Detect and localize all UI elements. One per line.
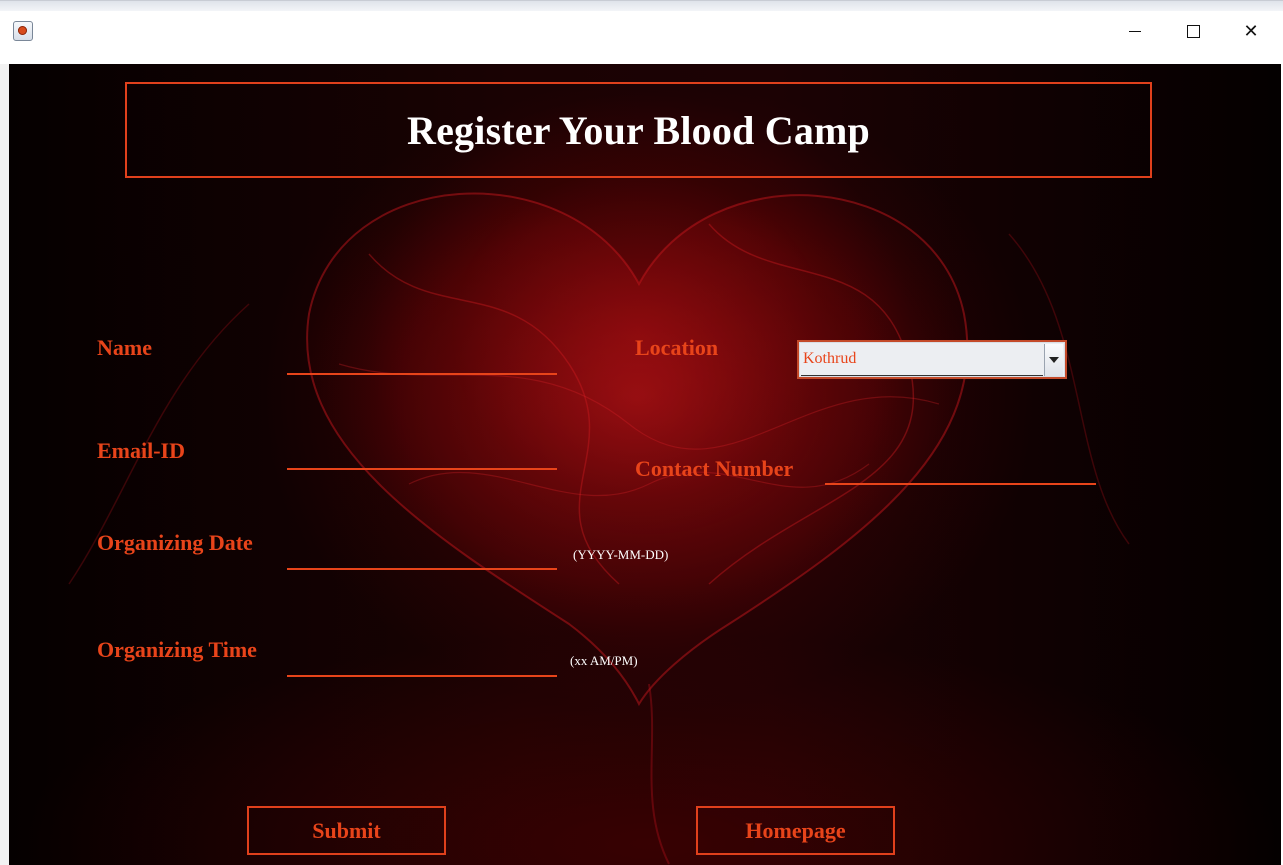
organizing-date-label: Organizing Date (97, 530, 253, 555)
email-field[interactable] (287, 442, 557, 470)
maximize-button[interactable] (1164, 12, 1222, 50)
organizing-date-field[interactable] (287, 542, 557, 570)
location-label: Location (635, 335, 719, 360)
selection-underline (801, 375, 1043, 376)
java-cup-icon[interactable] (13, 21, 33, 41)
maximize-icon (1186, 24, 1200, 38)
submit-button[interactable]: Submit (247, 806, 446, 855)
titlebar-top-strip (0, 1, 1283, 11)
location-selected-value: Kothrud (803, 350, 857, 367)
close-button[interactable]: ✕ (1222, 12, 1280, 50)
organizing-time-field[interactable] (287, 649, 557, 677)
location-dropdown[interactable]: Kothrud (797, 340, 1067, 379)
form-canvas: Register Your Blood Camp Name Email-ID O… (9, 64, 1281, 865)
email-label: Email-ID (97, 438, 185, 463)
dropdown-arrow-button[interactable] (1044, 344, 1063, 376)
chevron-down-icon (1049, 357, 1059, 363)
contact-number-label: Contact Number (635, 456, 794, 481)
name-field[interactable] (287, 347, 557, 375)
close-icon: ✕ (1243, 20, 1259, 42)
window-titlebar: ✕ (0, 0, 1283, 65)
contact-number-field[interactable] (825, 457, 1096, 485)
minimize-icon (1129, 30, 1141, 32)
minimize-button[interactable] (1106, 12, 1164, 50)
page-title: Register Your Blood Camp (407, 107, 870, 153)
name-label: Name (97, 335, 152, 360)
date-format-hint: (YYYY-MM-DD) (573, 547, 669, 562)
homepage-button[interactable]: Homepage (696, 806, 895, 855)
title-banner: Register Your Blood Camp (125, 82, 1152, 178)
time-format-hint: (xx AM/PM) (570, 653, 638, 668)
organizing-time-label: Organizing Time (97, 637, 257, 662)
